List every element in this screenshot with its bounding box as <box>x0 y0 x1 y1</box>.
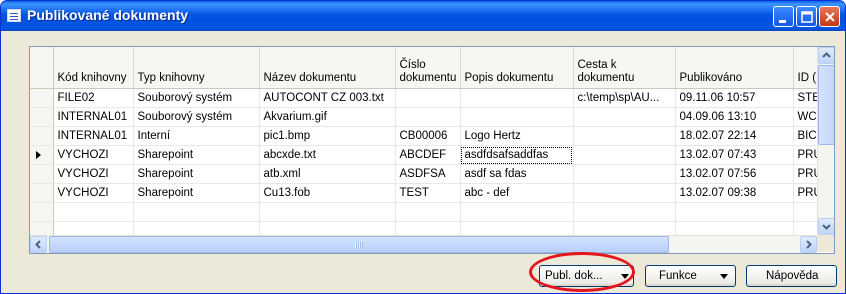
cell-publikovano[interactable]: 04.09.06 13:10 <box>675 107 794 127</box>
row-pointer-icon <box>36 151 41 159</box>
window-table-icon <box>7 9 21 22</box>
cell-nazev[interactable]: abcxde.txt <box>259 145 396 165</box>
col-cislo-dokumentu[interactable]: Číslo dokumentu <box>395 47 461 89</box>
scroll-right-icon[interactable] <box>800 236 817 253</box>
cell-kod[interactable]: INTERNAL01 <box>53 107 134 127</box>
cell-publikovano[interactable]: 18.02.07 22:14 <box>675 126 794 146</box>
cell-typ[interactable]: Souborový systém <box>133 107 260 127</box>
cell-nazev[interactable]: atb.xml <box>259 164 396 184</box>
cell-popis[interactable]: abc - def <box>460 183 574 203</box>
cell-kod[interactable]: VYCHOZI <box>53 145 134 165</box>
title-bar[interactable]: Publikované dokumenty <box>1 1 845 31</box>
table-row[interactable]: INTERNAL01 Souborový systém Akvarium.gif… <box>30 107 834 127</box>
minimize-icon[interactable] <box>773 6 794 27</box>
cell-publikovano[interactable]: 13.02.07 07:56 <box>675 164 794 184</box>
cell-publikovano[interactable]: 13.02.07 07:43 <box>675 145 794 165</box>
publ-dok-label: Publ. dok... <box>545 270 603 282</box>
row-selector[interactable] <box>30 107 54 127</box>
row-selector[interactable] <box>30 88 54 108</box>
cell-kod[interactable]: VYCHOZI <box>53 183 134 203</box>
cell-popis[interactable] <box>460 107 574 127</box>
col-cesta-k-dokumentu[interactable]: Cesta k dokumentu <box>573 47 676 89</box>
vertical-scrollbar[interactable] <box>817 47 834 235</box>
row-selector[interactable] <box>30 164 54 184</box>
col-nazev-dokumentu[interactable]: Název dokumentu <box>259 47 396 89</box>
cell-typ[interactable]: Interní <box>133 126 260 146</box>
cell-cislo[interactable] <box>395 88 461 108</box>
cell-cesta[interactable] <box>573 183 676 203</box>
cell-cislo[interactable]: ASDFSA <box>395 164 461 184</box>
window-title: Publikované dokumenty <box>27 7 189 23</box>
header-selector <box>30 47 54 89</box>
row-selector[interactable] <box>30 145 54 165</box>
publ-dok-button[interactable]: Publ. dok... <box>539 265 634 287</box>
row-selector[interactable] <box>30 202 54 222</box>
funkce-label: Funkce <box>659 270 697 282</box>
cell-cislo[interactable]: TEST <box>395 183 461 203</box>
napoveda-label: Nápověda <box>766 270 819 282</box>
cell-cesta[interactable]: c:\temp\sp\AU... <box>573 88 676 108</box>
cell-typ[interactable]: Sharepoint <box>133 145 260 165</box>
col-popis-dokumentu[interactable]: Popis dokumentu <box>460 47 574 89</box>
row-selector[interactable] <box>30 183 54 203</box>
documents-grid[interactable]: Kód knihovny Typ knihovny Název dokument… <box>29 46 835 254</box>
publikovane-dokumenty-window: Publikované dokumenty Kód knihovny Typ k… <box>0 0 846 294</box>
table-header: Kód knihovny Typ knihovny Název dokument… <box>30 47 834 89</box>
maximize-icon[interactable] <box>796 6 817 27</box>
horizontal-scroll-thumb[interactable] <box>49 236 669 253</box>
cell-publikovano[interactable]: 09.11.06 10:57 <box>675 88 794 108</box>
col-kod-knihovny[interactable]: Kód knihovny <box>53 47 134 89</box>
cell-nazev[interactable]: pic1.bmp <box>259 126 396 146</box>
table-row[interactable]: FILE02 Souborový systém AUTOCONT CZ 003.… <box>30 88 834 108</box>
cell-typ[interactable]: Souborový systém <box>133 88 260 108</box>
table-row[interactable]: VYCHOZI Sharepoint atb.xml ASDFSA asdf s… <box>30 164 834 184</box>
cell-cesta[interactable] <box>573 145 676 165</box>
cell-typ[interactable]: Sharepoint <box>133 164 260 184</box>
horizontal-scrollbar[interactable] <box>30 235 817 253</box>
col-publikovano[interactable]: Publikováno <box>675 47 794 89</box>
row-selector[interactable] <box>30 126 54 146</box>
cell-cislo[interactable] <box>395 107 461 127</box>
cell-popis-focused[interactable]: asdfdsafsaddfas <box>460 145 574 165</box>
scroll-left-icon[interactable] <box>30 236 47 253</box>
cell-popis[interactable]: Logo Hertz <box>460 126 574 146</box>
cell-nazev[interactable]: Cu13.fob <box>259 183 396 203</box>
table-row[interactable]: INTERNAL01 Interní pic1.bmp CB00006 Logo… <box>30 126 834 146</box>
cell-cesta[interactable] <box>573 107 676 127</box>
cell-cesta[interactable] <box>573 164 676 184</box>
cell-nazev[interactable]: AUTOCONT CZ 003.txt <box>259 88 396 108</box>
cell-nazev[interactable]: Akvarium.gif <box>259 107 396 127</box>
cell-cislo[interactable]: ABCDEF <box>395 145 461 165</box>
documents-table: Kód knihovny Typ knihovny Název dokument… <box>30 47 834 241</box>
table-row-empty[interactable] <box>30 202 834 222</box>
cell-typ[interactable]: Sharepoint <box>133 183 260 203</box>
scroll-up-icon[interactable] <box>818 47 834 64</box>
cell-kod[interactable]: INTERNAL01 <box>53 126 134 146</box>
vertical-scroll-thumb[interactable] <box>818 65 834 145</box>
scroll-down-icon[interactable] <box>818 218 834 235</box>
cell-publikovano[interactable]: 13.02.07 09:38 <box>675 183 794 203</box>
cell-cislo[interactable]: CB00006 <box>395 126 461 146</box>
cell-popis[interactable]: asdf sa fdas <box>460 164 574 184</box>
funkce-button[interactable]: Funkce <box>645 265 736 287</box>
table-row-current[interactable]: VYCHOZI Sharepoint abcxde.txt ABCDEF asd… <box>30 145 834 165</box>
napoveda-button[interactable]: Nápověda <box>746 265 837 287</box>
cell-cesta[interactable] <box>573 126 676 146</box>
dropdown-arrow-icon <box>720 274 728 279</box>
scroll-corner <box>817 235 834 252</box>
close-icon[interactable] <box>819 6 840 27</box>
cell-popis[interactable] <box>460 88 574 108</box>
cell-kod[interactable]: FILE02 <box>53 88 134 108</box>
cell-kod[interactable]: VYCHOZI <box>53 164 134 184</box>
col-typ-knihovny[interactable]: Typ knihovny <box>133 47 260 89</box>
table-row[interactable]: VYCHOZI Sharepoint Cu13.fob TEST abc - d… <box>30 183 834 203</box>
dropdown-arrow-icon <box>621 274 629 279</box>
